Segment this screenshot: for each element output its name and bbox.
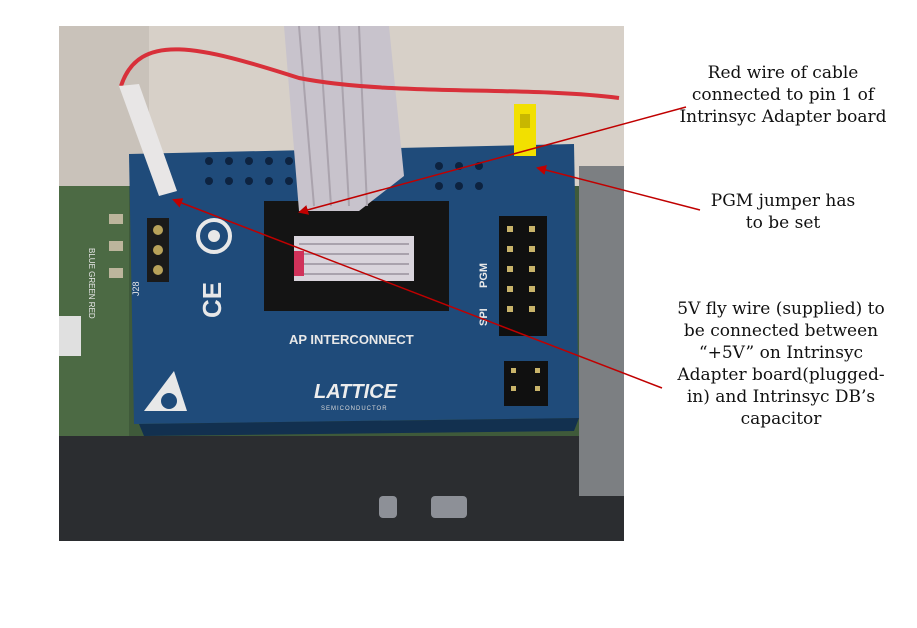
arrow-pgm-jumper (536, 165, 701, 211)
arrow-red-wire (298, 106, 687, 215)
annotation-arrows (172, 106, 701, 389)
arrow-fly-wire (172, 198, 663, 389)
